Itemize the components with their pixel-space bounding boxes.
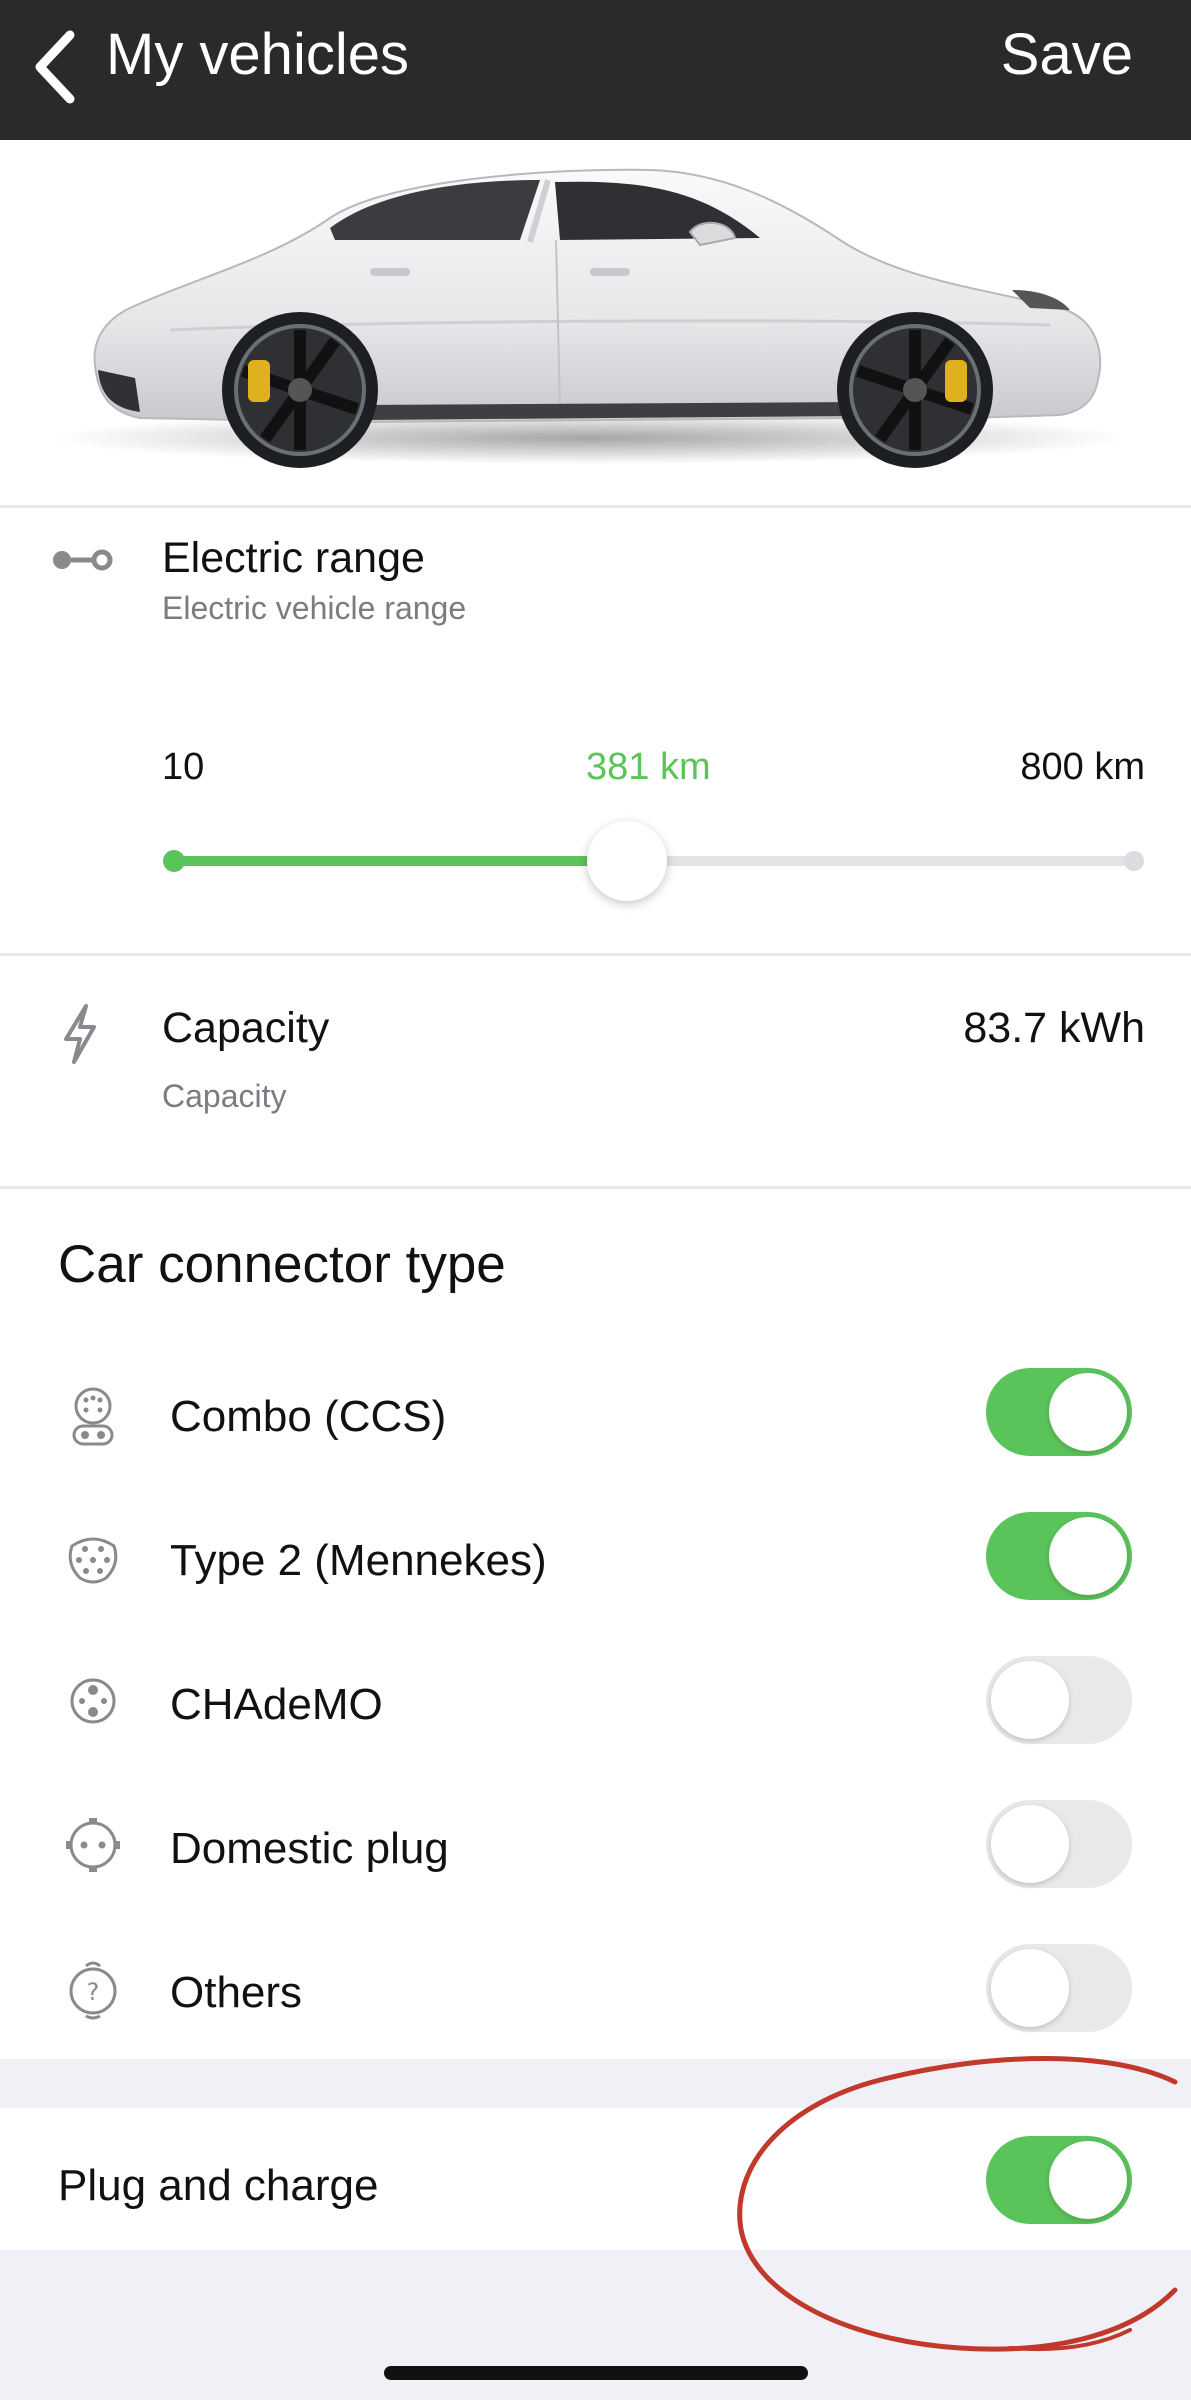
range-slider-fill <box>172 856 625 866</box>
connector-row-others: ? Others <box>0 1944 1191 2044</box>
plug-and-charge-toggle[interactable] <box>986 2136 1132 2224</box>
page-title: My vehicles <box>106 22 409 87</box>
chevron-left-icon <box>35 30 75 104</box>
ccs-connector-icon <box>72 1387 114 1446</box>
connector-type-section <box>0 1189 1191 2059</box>
range-min-label: 10 <box>162 746 205 788</box>
vehicle-image-area <box>0 140 1191 505</box>
type2-connector-icon <box>68 1537 118 1584</box>
connector-row-type2: Type 2 (Mennekes) <box>0 1512 1191 1612</box>
toggle-knob <box>1049 2141 1127 2219</box>
toggle-knob <box>1049 1517 1127 1595</box>
home-indicator[interactable] <box>384 2366 808 2380</box>
capacity-value[interactable]: 83.7 kWh <box>963 1004 1145 1053</box>
save-button[interactable]: Save <box>1001 22 1133 88</box>
nav-bar: My vehicles Save <box>0 0 1191 140</box>
capacity-subtitle: Capacity <box>162 1078 287 1114</box>
connector-row-ccs: Combo (CCS) <box>0 1368 1191 1468</box>
domestic-plug-toggle[interactable] <box>986 1800 1132 1888</box>
toggle-knob <box>991 1805 1069 1883</box>
connector-label: Domestic plug <box>170 1824 449 1873</box>
question-connector-icon: ? <box>69 1961 117 2020</box>
connector-section-heading: Car connector type <box>58 1235 506 1294</box>
capacity-section <box>0 956 1191 1186</box>
range-slider-thumb[interactable] <box>587 821 667 901</box>
toggle-knob <box>991 1949 1069 2027</box>
electric-range-subtitle: Electric vehicle range <box>162 590 467 626</box>
type2-toggle[interactable] <box>986 1512 1132 1600</box>
vehicle-image <box>50 168 1130 468</box>
connector-label: CHAdeMO <box>170 1680 383 1729</box>
connector-label: Type 2 (Mennekes) <box>170 1536 547 1585</box>
connector-row-chademo: CHAdeMO <box>0 1656 1191 1756</box>
range-slider-end-dot <box>1124 851 1144 871</box>
range-current-value: 381 km <box>586 746 711 788</box>
connector-label: Combo (CCS) <box>170 1392 447 1441</box>
toggle-knob <box>991 1661 1069 1739</box>
ccs-toggle[interactable] <box>986 1368 1132 1456</box>
lightning-icon <box>64 1004 96 1064</box>
electric-range-title: Electric range <box>162 534 425 582</box>
others-toggle[interactable] <box>986 1944 1132 2032</box>
back-button[interactable] <box>30 12 80 122</box>
range-icon <box>53 549 113 571</box>
plug-and-charge-label: Plug and charge <box>58 2161 379 2210</box>
chademo-connector-icon <box>70 1678 116 1724</box>
connector-label: Others <box>170 1968 303 2017</box>
domestic-plug-icon <box>66 1818 120 1872</box>
connector-row-domestic: Domestic plug <box>0 1800 1191 1900</box>
capacity-title: Capacity <box>162 1004 330 1052</box>
chademo-toggle[interactable] <box>986 1656 1132 1744</box>
range-max-label: 800 km <box>1020 746 1145 788</box>
toggle-knob <box>1049 1373 1127 1451</box>
range-slider-start-dot <box>163 850 185 872</box>
svg-text:?: ? <box>87 1978 100 2006</box>
